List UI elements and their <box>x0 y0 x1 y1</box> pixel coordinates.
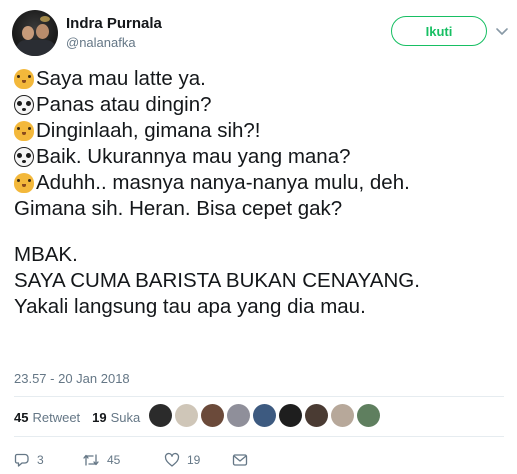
tweet-line-text: Yakali langsung tau apa yang dia mau. <box>14 295 366 318</box>
avatar-shirt <box>16 40 56 56</box>
tweet-line: Yakali langsung tau apa yang dia mau. <box>14 294 509 320</box>
reply-count: 3 <box>37 453 44 467</box>
tweet-line: Aduhh.. masnya nanya-nanya mulu, deh. <box>14 170 509 196</box>
avatar-face <box>22 26 34 40</box>
divider <box>14 436 504 437</box>
tweet-line: Dinginlaah, gimana sih?! <box>14 118 509 144</box>
author-handle[interactable]: @nalanafka <box>66 35 136 50</box>
tiger-emoji <box>14 69 34 89</box>
avatar-light <box>40 16 50 22</box>
tweet-line: Saya mau latte ya. <box>14 66 509 92</box>
liker-avatar[interactable] <box>357 404 380 427</box>
reply-button[interactable]: 3 <box>14 452 44 468</box>
like-button[interactable]: 19 <box>164 452 200 468</box>
like-action-count: 19 <box>187 453 201 467</box>
tiger-emoji <box>14 173 34 193</box>
tweet-line-text: Aduhh.. masnya nanya-nanya mulu, deh. <box>36 171 410 194</box>
author-name[interactable]: Indra Purnala <box>66 15 162 32</box>
like-label[interactable]: Suka <box>111 410 141 425</box>
tweet-line-text: Gimana sih. Heran. Bisa cepet gak? <box>14 197 343 220</box>
envelope-icon <box>232 454 248 466</box>
timestamp[interactable]: 23.57 - 20 Jan 2018 <box>14 371 130 386</box>
tweet-text: Saya mau latte ya. Panas atau dingin? Ding… <box>14 66 509 320</box>
tweet-line-text: Dinginlaah, gimana sih?! <box>36 119 261 142</box>
retweet-count[interactable]: 45 <box>14 410 28 425</box>
liker-avatar[interactable] <box>227 404 250 427</box>
tweet-line: Baik. Ukurannya mau yang mana? <box>14 144 509 170</box>
liker-avatar[interactable] <box>279 404 302 427</box>
retweet-icon <box>83 454 99 466</box>
divider <box>14 396 504 397</box>
avatar[interactable] <box>12 10 58 56</box>
retweet-label[interactable]: Retweet <box>32 410 80 425</box>
tweet-stats: 45 Retweet 19 Suka <box>14 410 140 425</box>
tweet-line <box>14 222 509 242</box>
tweet-line: MBAK. <box>14 242 509 268</box>
liker-avatar[interactable] <box>201 404 224 427</box>
heart-icon <box>164 452 180 467</box>
reply-icon <box>14 453 29 467</box>
tweet-line-text: Baik. Ukurannya mau yang mana? <box>36 145 351 168</box>
tweet-line-text: SAYA CUMA BARISTA BUKAN CENAYANG. <box>14 269 420 292</box>
tweet-header: Indra Purnala @nalanafka Ikuti <box>0 0 517 64</box>
liker-avatar[interactable] <box>149 404 172 427</box>
tweet-line-text: Panas atau dingin? <box>36 93 212 116</box>
liker-avatar[interactable] <box>253 404 276 427</box>
panda-emoji <box>14 147 34 167</box>
tweet-line: Gimana sih. Heran. Bisa cepet gak? <box>14 196 509 222</box>
tiger-emoji <box>14 121 34 141</box>
panda-emoji <box>14 95 34 115</box>
liker-avatar[interactable] <box>331 404 354 427</box>
tweet-line-text: Saya mau latte ya. <box>36 67 206 90</box>
direct-message-button[interactable] <box>232 452 255 468</box>
like-count[interactable]: 19 <box>92 410 106 425</box>
liker-avatar[interactable] <box>175 404 198 427</box>
follow-button[interactable]: Ikuti <box>391 16 487 46</box>
liker-avatar[interactable] <box>305 404 328 427</box>
retweet-action-count: 45 <box>107 453 121 467</box>
tweet-line-text: MBAK. <box>14 243 78 266</box>
chevron-down-icon[interactable] <box>495 24 509 38</box>
tweet-line: SAYA CUMA BARISTA BUKAN CENAYANG. <box>14 268 509 294</box>
retweet-button[interactable]: 45 <box>82 452 120 468</box>
tweet-actions: 3 45 19 <box>14 452 274 470</box>
likers-avatars <box>149 404 383 427</box>
avatar-face <box>36 24 49 39</box>
tweet-line: Panas atau dingin? <box>14 92 509 118</box>
